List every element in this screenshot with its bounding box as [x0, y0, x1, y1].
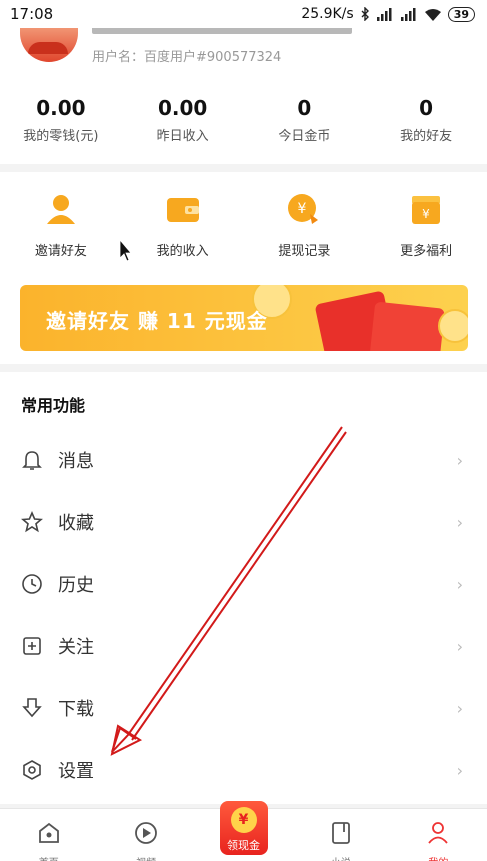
quick-action-income[interactable]: 我的收入: [122, 192, 244, 259]
stat-friends[interactable]: 0 我的好友: [365, 96, 487, 144]
status-icons: 25.9K/s 39: [301, 6, 475, 22]
stat-value: 0.00: [157, 96, 208, 120]
network-speed: 25.9K/s: [301, 6, 354, 22]
menu-label: 下载: [58, 699, 94, 720]
wallet-icon: [166, 198, 199, 222]
menu-label: 关注: [58, 637, 94, 658]
username: 用户名：百度用户#900577324: [92, 50, 282, 65]
invite-friend-icon: [46, 195, 75, 224]
tab-label: 视频: [97, 854, 194, 861]
quick-action-more-benefits[interactable]: ¥ 更多福利: [365, 192, 487, 259]
banner-text: 邀请好友 赚 11 元现金: [46, 309, 268, 333]
tab-video[interactable]: 视频: [97, 809, 194, 861]
quick-action-withdraw-record[interactable]: ¥ 提现记录: [244, 192, 366, 259]
bluetooth-icon: [361, 7, 369, 21]
tab-label: 首页: [0, 854, 97, 861]
bottom-tab-bar: 首页 视频 ¥ 领现金 小说 我的: [0, 801, 487, 861]
stat-yesterday-income[interactable]: 0.00 昨日收入: [122, 96, 244, 144]
bell-icon: [22, 451, 42, 470]
menu-item-follow[interactable]: 关注 ›: [0, 615, 487, 677]
stat-label: 昨日收入: [156, 129, 209, 144]
download-icon: [22, 698, 42, 718]
quick-action-label: 更多福利: [400, 244, 453, 259]
tab-home[interactable]: 首页: [0, 809, 97, 861]
chevron-right-icon: ›: [456, 636, 463, 656]
stat-value: 0: [297, 96, 312, 120]
stat-value: 0: [419, 96, 434, 120]
status-time: 17:08: [10, 5, 54, 23]
add-follow-icon: [23, 637, 41, 655]
gift-icon: ¥: [412, 196, 441, 224]
play-icon: [135, 822, 158, 844]
menu-item-download[interactable]: 下载 ›: [0, 677, 487, 739]
quick-action-invite[interactable]: 邀请好友: [0, 192, 122, 259]
profile-header: 用户名：百度用户#900577324 0.00 我的零钱(元) 0.00 昨日收…: [0, 22, 487, 164]
book-icon: [332, 822, 350, 844]
stat-label: 今日金币: [278, 129, 331, 144]
clock-icon: [22, 574, 42, 594]
invite-banner[interactable]: 邀请好友 赚 11 元现金: [20, 285, 468, 351]
quick-actions-panel: 邀请好友 我的收入 ¥ 提现记录 ¥ 更多福利 邀请好友 赚 11 元现金: [0, 172, 487, 364]
chevron-right-icon: ›: [456, 760, 463, 780]
coin-decoration: [438, 309, 468, 343]
menu-item-messages[interactable]: 消息 ›: [0, 429, 487, 491]
profile-icon: [428, 822, 449, 844]
menu-label: 消息: [58, 451, 94, 472]
svg-text:¥: ¥: [422, 207, 430, 221]
home-icon: [38, 822, 59, 843]
common-functions-panel: 常用功能 消息 › 收藏 › 历史 › 关注 › 下载 › 设置 ›: [0, 372, 487, 804]
tab-label: 我的: [390, 854, 487, 861]
chevron-right-icon: ›: [456, 512, 463, 532]
chevron-right-icon: ›: [456, 450, 463, 470]
chevron-right-icon: ›: [456, 698, 463, 718]
star-icon: [21, 510, 43, 533]
menu-label: 收藏: [58, 513, 94, 534]
tab-get-cash[interactable]: ¥ 领现金: [195, 801, 292, 861]
quick-action-label: 我的收入: [156, 244, 209, 259]
menu-label: 设置: [58, 761, 94, 782]
quick-actions-row: 邀请好友 我的收入 ¥ 提现记录 ¥ 更多福利: [0, 192, 487, 259]
chevron-right-icon: ›: [456, 574, 463, 594]
signal-icon: [376, 7, 392, 21]
stat-value: 0.00: [36, 96, 86, 120]
tab-label: 小说: [292, 854, 389, 861]
cash-coin-icon: ¥: [230, 807, 257, 833]
stat-balance[interactable]: 0.00 我的零钱(元): [0, 96, 122, 144]
settings-icon: [23, 760, 41, 780]
menu-item-history[interactable]: 历史 ›: [0, 553, 487, 615]
svg-text:¥: ¥: [298, 201, 307, 217]
stat-label: 我的好友: [400, 129, 453, 144]
quick-action-label: 提现记录: [278, 244, 331, 259]
tab-label: 领现金: [227, 839, 261, 852]
tab-novel[interactable]: 小说: [292, 809, 389, 861]
stat-today-coins[interactable]: 0 今日金币: [244, 96, 366, 144]
quick-action-label: 邀请好友: [34, 244, 87, 259]
avatar[interactable]: [20, 22, 78, 62]
stat-label: 我的零钱(元): [23, 129, 99, 144]
wifi-icon: [424, 8, 441, 21]
menu-item-favorites[interactable]: 收藏 ›: [0, 491, 487, 553]
status-bar: 17:08 25.9K/s 39: [0, 0, 487, 28]
get-cash-button[interactable]: ¥ 领现金: [219, 801, 268, 855]
battery-indicator: 39: [447, 6, 475, 22]
signal-icon: [400, 7, 416, 21]
section-title: 常用功能: [21, 396, 86, 415]
menu-item-settings[interactable]: 设置 ›: [0, 739, 487, 801]
tab-mine[interactable]: 我的: [390, 809, 487, 861]
withdraw-record-icon: ¥: [288, 194, 319, 224]
stats-row: 0.00 我的零钱(元) 0.00 昨日收入 0 今日金币 0 我的好友: [0, 96, 487, 144]
red-envelope-decoration: [369, 301, 445, 351]
menu-label: 历史: [58, 575, 94, 596]
